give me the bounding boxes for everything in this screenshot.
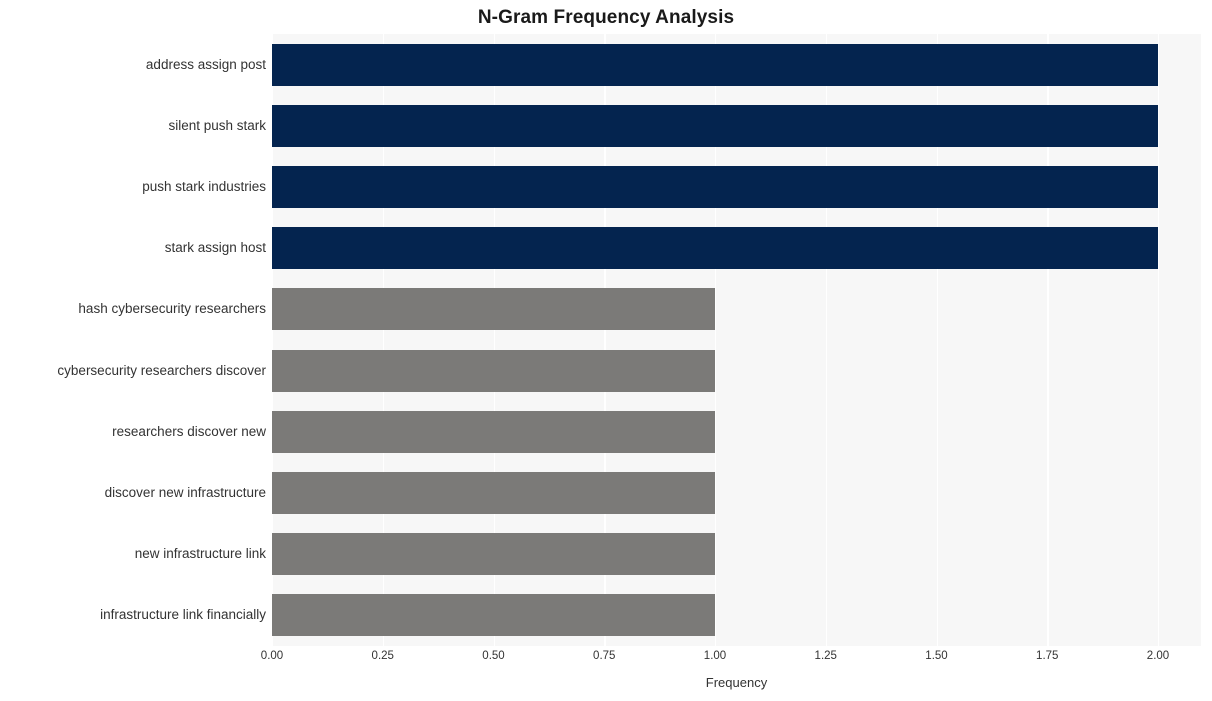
- y-axis-tick-labels: address assign post silent push stark push…: [0, 34, 266, 646]
- y-axis-tick-label: discover new infrastructure: [104, 485, 266, 500]
- x-axis-title: Frequency: [705, 675, 768, 690]
- bar[interactable]: [272, 43, 1158, 86]
- x-axis-tick-label: 0.50: [482, 650, 505, 662]
- x-axis-tick-label: 1.25: [814, 650, 837, 662]
- y-axis-tick-label: infrastructure link financially: [100, 607, 266, 623]
- y-axis-tick-label: new infrastructure link: [134, 546, 266, 562]
- bar[interactable]: [272, 227, 1158, 270]
- bar[interactable]: [272, 410, 715, 453]
- bar[interactable]: [272, 594, 715, 637]
- chart-figure: N-Gram Frequency Analysis address assign…: [0, 0, 1212, 701]
- gridline-x: [1158, 34, 1160, 646]
- y-axis-tick-label: hash cybersecurity researchers: [78, 301, 266, 317]
- page-title: N-Gram Frequency Analysis: [477, 7, 735, 28]
- bar[interactable]: [272, 349, 715, 392]
- x-axis-tick-label: 0.00: [260, 650, 284, 662]
- bar[interactable]: [272, 288, 715, 331]
- y-axis-tick-label: push stark industries: [142, 179, 266, 194]
- y-axis-tick-label: address assign post: [145, 56, 266, 72]
- x-axis-tick-labels: 0.00 0.25 0.50 0.75 1.00 1.25 1.50 1.75 2.00: [261, 650, 1201, 668]
- bar[interactable]: [272, 472, 715, 514]
- x-axis-tick-label: 2.00: [1146, 650, 1170, 662]
- y-axis-tick-label: researchers discover new: [112, 423, 266, 439]
- x-axis-tick-label: 1.75: [1036, 650, 1059, 662]
- y-axis-tick-label: stark assign host: [164, 240, 266, 256]
- x-axis-tick-label: 1.00: [703, 650, 727, 662]
- bar[interactable]: [272, 533, 715, 576]
- plot-area: [272, 34, 1201, 646]
- bar[interactable]: [272, 104, 1158, 147]
- y-axis-tick-label: silent push stark: [168, 117, 266, 133]
- x-axis-tick-label: 0.75: [593, 650, 616, 662]
- bar[interactable]: [272, 166, 1158, 208]
- x-axis-tick-label: 1.50: [925, 650, 948, 662]
- y-axis-tick-label: cybersecurity researchers discover: [57, 362, 266, 378]
- x-axis-tick-label: 0.25: [371, 650, 394, 662]
